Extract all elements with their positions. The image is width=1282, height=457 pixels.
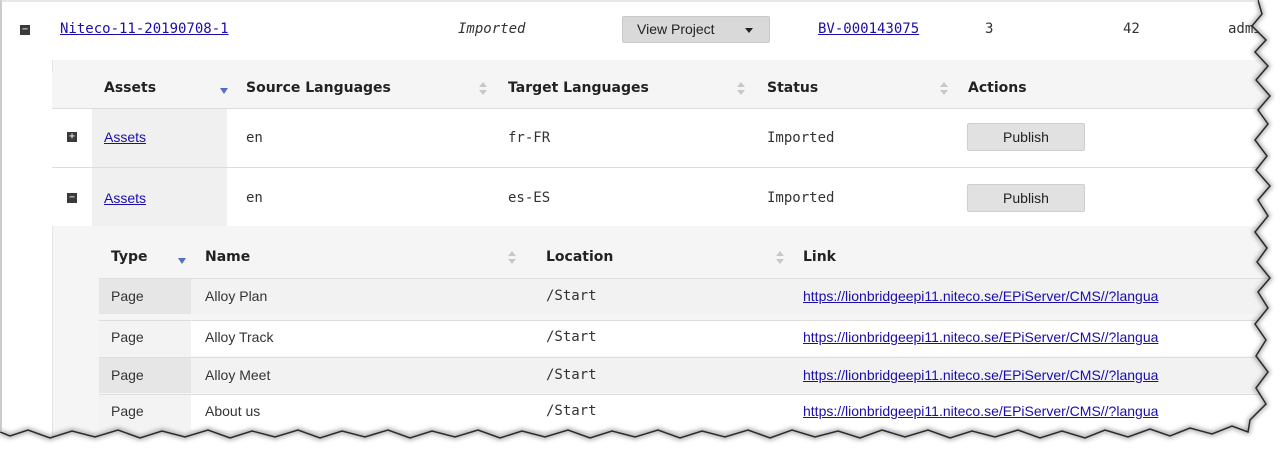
torn-edge-frame [0,0,1282,457]
screenshot-canvas: − Niteco-11-20190708-1 Imported View Pro… [0,0,1282,457]
